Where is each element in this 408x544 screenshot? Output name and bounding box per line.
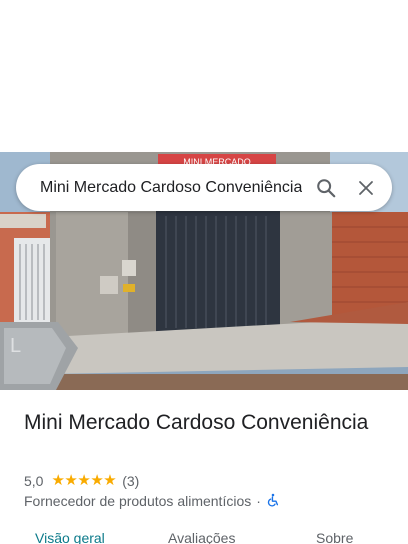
place-category: Fornecedor de produtos alimentícios — [24, 493, 252, 509]
search-icon[interactable] — [306, 168, 346, 208]
review-count[interactable]: (3) — [122, 473, 139, 489]
star-icon: ★ — [103, 472, 117, 489]
star-icon: ★ — [90, 472, 104, 489]
star-icon: ★ — [77, 472, 91, 489]
star-icon: ★ — [51, 472, 65, 489]
tab-reviews[interactable]: Avaliações — [168, 530, 235, 544]
place-title: Mini Mercado Cardoso Conveniência — [24, 411, 369, 434]
svg-text:L: L — [10, 335, 21, 357]
search-bar[interactable]: Mini Mercado Cardoso Conveniência — [16, 164, 392, 211]
place-tabs: Visão geral Avaliações Sobre — [0, 530, 408, 544]
star-rating: ★ ★ ★ ★ ★ — [51, 473, 116, 489]
category-row: Fornecedor de produtos alimentícios · — [24, 492, 280, 510]
star-icon: ★ — [64, 472, 78, 489]
separator: · — [256, 493, 261, 509]
tab-overview[interactable]: Visão geral — [35, 530, 105, 544]
tab-about[interactable]: Sobre — [316, 530, 353, 544]
rating-value: 5,0 — [24, 473, 44, 489]
close-icon[interactable] — [346, 168, 386, 208]
search-input[interactable]: Mini Mercado Cardoso Conveniência — [40, 179, 302, 197]
place-page: MINI MERCADO L Mini Mercado Cardoso Conv… — [0, 0, 408, 544]
wheelchair-icon[interactable] — [266, 492, 280, 511]
rating-row[interactable]: 5,0 ★ ★ ★ ★ ★ (3) — [24, 472, 139, 490]
